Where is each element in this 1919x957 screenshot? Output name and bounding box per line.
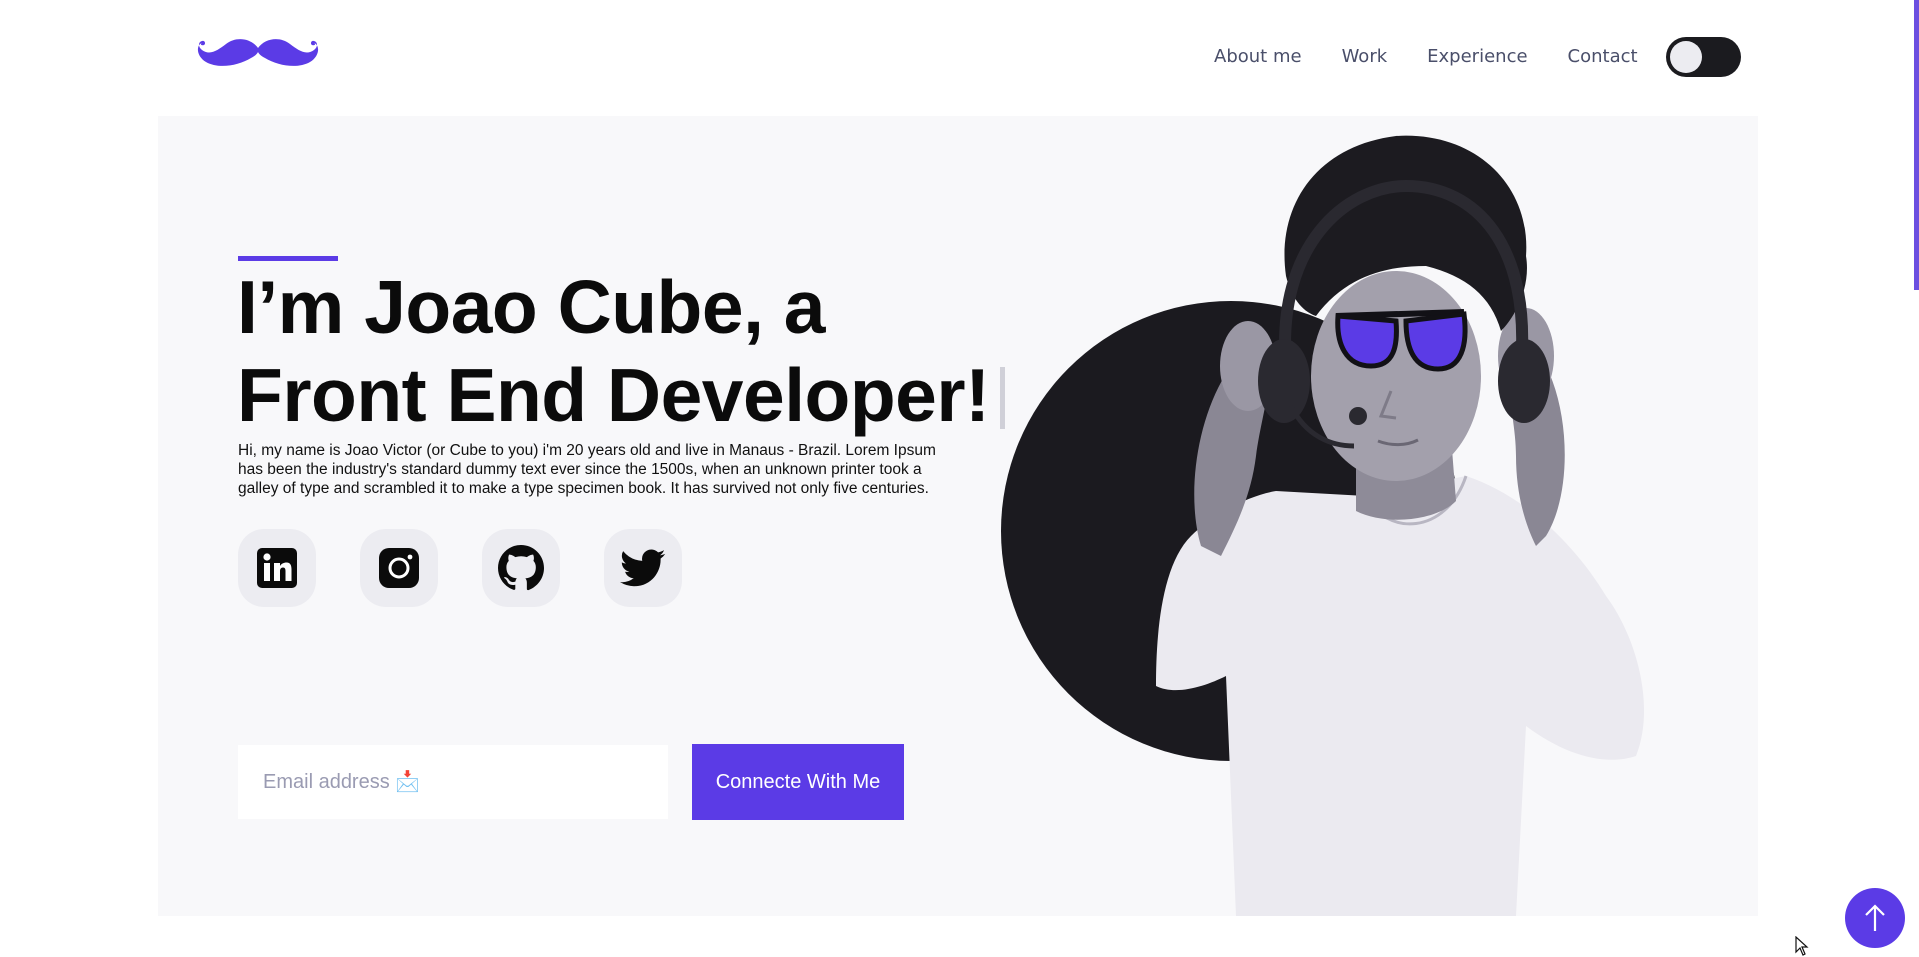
mustache-logo[interactable] (196, 36, 321, 70)
arrow-up-icon (1865, 904, 1885, 931)
theme-toggle[interactable] (1666, 37, 1741, 77)
email-input[interactable] (238, 745, 668, 819)
linkedin-link[interactable] (238, 529, 316, 607)
linkedin-icon (257, 548, 297, 588)
hero-headline: I’m Joao Cube, a Front End Developer! (237, 263, 1005, 439)
instagram-link[interactable] (360, 529, 438, 607)
portrait-image (1001, 135, 1645, 916)
main-nav: About me Work Experience Contact (1214, 46, 1638, 68)
headline-accent-line (238, 256, 338, 261)
twitter-link[interactable] (604, 529, 682, 607)
toggle-knob (1670, 41, 1702, 73)
instagram-icon (379, 548, 419, 588)
nav-contact[interactable]: Contact (1568, 46, 1638, 68)
github-icon (498, 545, 544, 591)
headline-line-1: I’m Joao Cube, a (237, 265, 825, 349)
mouse-pointer-icon (1795, 936, 1809, 956)
scroll-to-top-button[interactable] (1845, 888, 1905, 948)
nav-work[interactable]: Work (1342, 46, 1388, 68)
github-link[interactable] (482, 529, 560, 607)
twitter-icon (620, 549, 666, 587)
intro-text: Hi, my name is Joao Victor (or Cube to y… (238, 442, 936, 497)
connect-button[interactable]: Connecte With Me (692, 744, 904, 820)
social-links (238, 529, 682, 607)
page-scrollbar[interactable] (1914, 0, 1919, 290)
headline-line-2-text: Front End Developer! (237, 353, 990, 437)
headline-line-2: Front End Developer! (237, 351, 1005, 439)
nav-about-me[interactable]: About me (1214, 46, 1302, 68)
nav-experience[interactable]: Experience (1427, 46, 1527, 68)
hero-section: I’m Joao Cube, a Front End Developer! Hi… (158, 116, 1758, 916)
